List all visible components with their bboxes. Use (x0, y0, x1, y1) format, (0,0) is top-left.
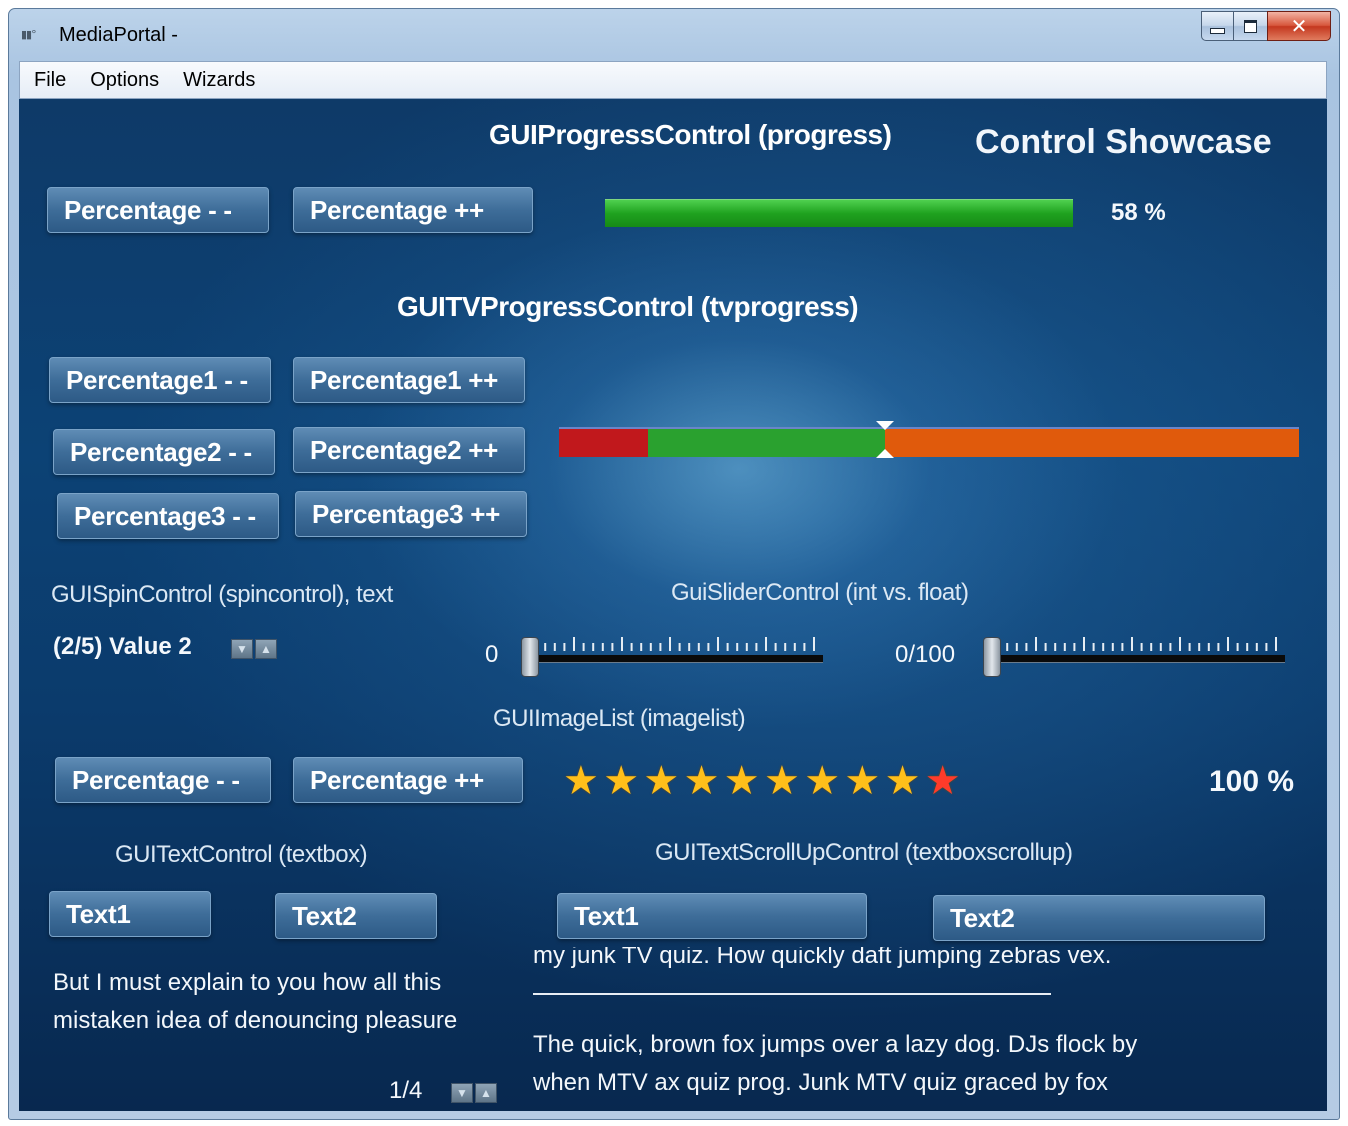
page-up-arrow-icon[interactable]: ▲ (475, 1083, 497, 1103)
star-icon: ★ (643, 759, 680, 803)
slider-float-value: 0/100 (895, 641, 956, 668)
close-button[interactable]: ✕ (1267, 11, 1331, 41)
menu-bar: File Options Wizards (19, 61, 1327, 99)
slider-int-value: 0 (485, 641, 499, 668)
slider-heading: GuiSliderControl (int vs. float) (671, 579, 969, 606)
imagelist-heading: GUIImageList (imagelist) (493, 705, 746, 732)
textscroll-text2-button[interactable]: Text2 (933, 895, 1265, 941)
tvprogress-decrease-2-button[interactable]: Percentage2 - - (53, 429, 275, 475)
star-icon: ★ (804, 759, 841, 803)
tvprogress-decrease-1-button[interactable]: Percentage1 - - (49, 357, 271, 403)
close-icon: ✕ (1290, 14, 1308, 38)
tv-progress-bar (559, 427, 1299, 457)
progress-bar (605, 199, 1073, 227)
tvprogress-heading: GUITVProgressControl (tvprogress) (397, 291, 859, 322)
title-bar[interactable]: ▮▮° MediaPortal - ✕ (9, 9, 1339, 61)
tvprogress-increase-1-button[interactable]: Percentage1 ++ (293, 357, 525, 403)
imagelist-percent-label: 100 % (1209, 765, 1295, 798)
menu-options[interactable]: Options (90, 69, 159, 92)
imagelist-increase-button[interactable]: Percentage ++ (293, 757, 523, 803)
maximize-button[interactable] (1233, 11, 1267, 41)
slider-float-ticks (987, 637, 1277, 651)
tvprogress-decrease-3-button[interactable]: Percentage3 - - (57, 493, 279, 539)
minimize-icon (1210, 28, 1225, 34)
spin-heading: GUISpinControl (spincontrol), text (51, 581, 393, 608)
spin-value: (2/5) Value 2 (53, 633, 192, 660)
tv-progress-segment-red (559, 429, 648, 457)
progress-increase-button[interactable]: Percentage ++ (293, 187, 533, 233)
textcontrol-text1-button[interactable]: Text1 (49, 891, 211, 937)
imagelist-stars: ★ ★ ★ ★ ★ ★ ★ ★ ★ ★ (563, 761, 983, 805)
textcontrol-text2-button[interactable]: Text2 (275, 893, 437, 939)
textcontrol-heading: GUITextControl (textbox) (115, 841, 368, 868)
spin-arrows: ▼ ▲ (231, 639, 277, 659)
textscroll-line-2: The quick, brown fox jumps over a lazy d… (533, 1031, 1138, 1058)
textcontrol-page-arrows: ▼ ▲ (451, 1083, 497, 1103)
up-arrow-icon[interactable]: ▲ (255, 639, 277, 659)
down-arrow-icon[interactable]: ▼ (231, 639, 253, 659)
tv-progress-segment-green (647, 429, 885, 457)
slider-int-track[interactable] (523, 655, 823, 663)
progress-decrease-button[interactable]: Percentage - - (47, 187, 269, 233)
minimize-button[interactable] (1201, 11, 1233, 41)
showcase-canvas: GUIProgressControl (progress) Control Sh… (19, 99, 1327, 1111)
mediaportal-icon: ▮▮° (21, 28, 37, 41)
star-icon: ★ (683, 759, 720, 803)
page-down-arrow-icon[interactable]: ▼ (451, 1083, 473, 1103)
slider-float-thumb[interactable] (983, 637, 1001, 677)
star-icon: ★ (844, 759, 881, 803)
app-window: ▮▮° MediaPortal - ✕ File Options Wizards… (8, 8, 1340, 1120)
textcontrol-line-1: But I must explain to you how all this (53, 969, 442, 996)
textcontrol-line-2: mistaken idea of denouncing pleasure (53, 1007, 458, 1034)
imagelist-decrease-button[interactable]: Percentage - - (55, 757, 271, 803)
textscroll-divider (533, 993, 1051, 995)
tv-progress-segment-orange (884, 429, 1299, 457)
tvprogress-increase-2-button[interactable]: Percentage2 ++ (293, 427, 525, 473)
textscroll-line-1: my junk TV quiz. How quickly daft jumpin… (533, 947, 1111, 973)
tvprogress-increase-3-button[interactable]: Percentage3 ++ (295, 491, 527, 537)
slider-int-ticks (525, 637, 815, 651)
menu-file[interactable]: File (34, 69, 66, 92)
maximize-icon (1244, 19, 1257, 33)
star-icon: ★ (924, 759, 961, 803)
slider-float-track[interactable] (985, 655, 1285, 663)
textscroll-line-3: when MTV ax quiz prog. Junk MTV quiz gra… (533, 1069, 1108, 1096)
showcase-title: Control Showcase (975, 123, 1272, 161)
progress-fill (605, 199, 1073, 227)
slider-int-thumb[interactable] (521, 637, 539, 677)
progress-heading: GUIProgressControl (progress) (489, 119, 892, 150)
caption-buttons: ✕ (1201, 11, 1331, 43)
textscroll-heading: GUITextScrollUpControl (textboxscrollup) (655, 839, 1073, 866)
textscroll-text1-button[interactable]: Text1 (557, 893, 867, 939)
window-title: MediaPortal - (59, 24, 178, 46)
star-icon: ★ (563, 759, 599, 803)
textcontrol-page: 1/4 (389, 1077, 423, 1104)
textscroll-line-1-text: my junk TV quiz. How quickly daft jumpin… (533, 947, 1112, 969)
star-icon: ★ (764, 759, 800, 803)
progress-percent-label: 58 % (1111, 199, 1166, 226)
star-icon: ★ (603, 759, 640, 803)
menu-wizards[interactable]: Wizards (183, 69, 255, 92)
star-icon: ★ (723, 759, 760, 803)
star-icon: ★ (884, 759, 921, 803)
